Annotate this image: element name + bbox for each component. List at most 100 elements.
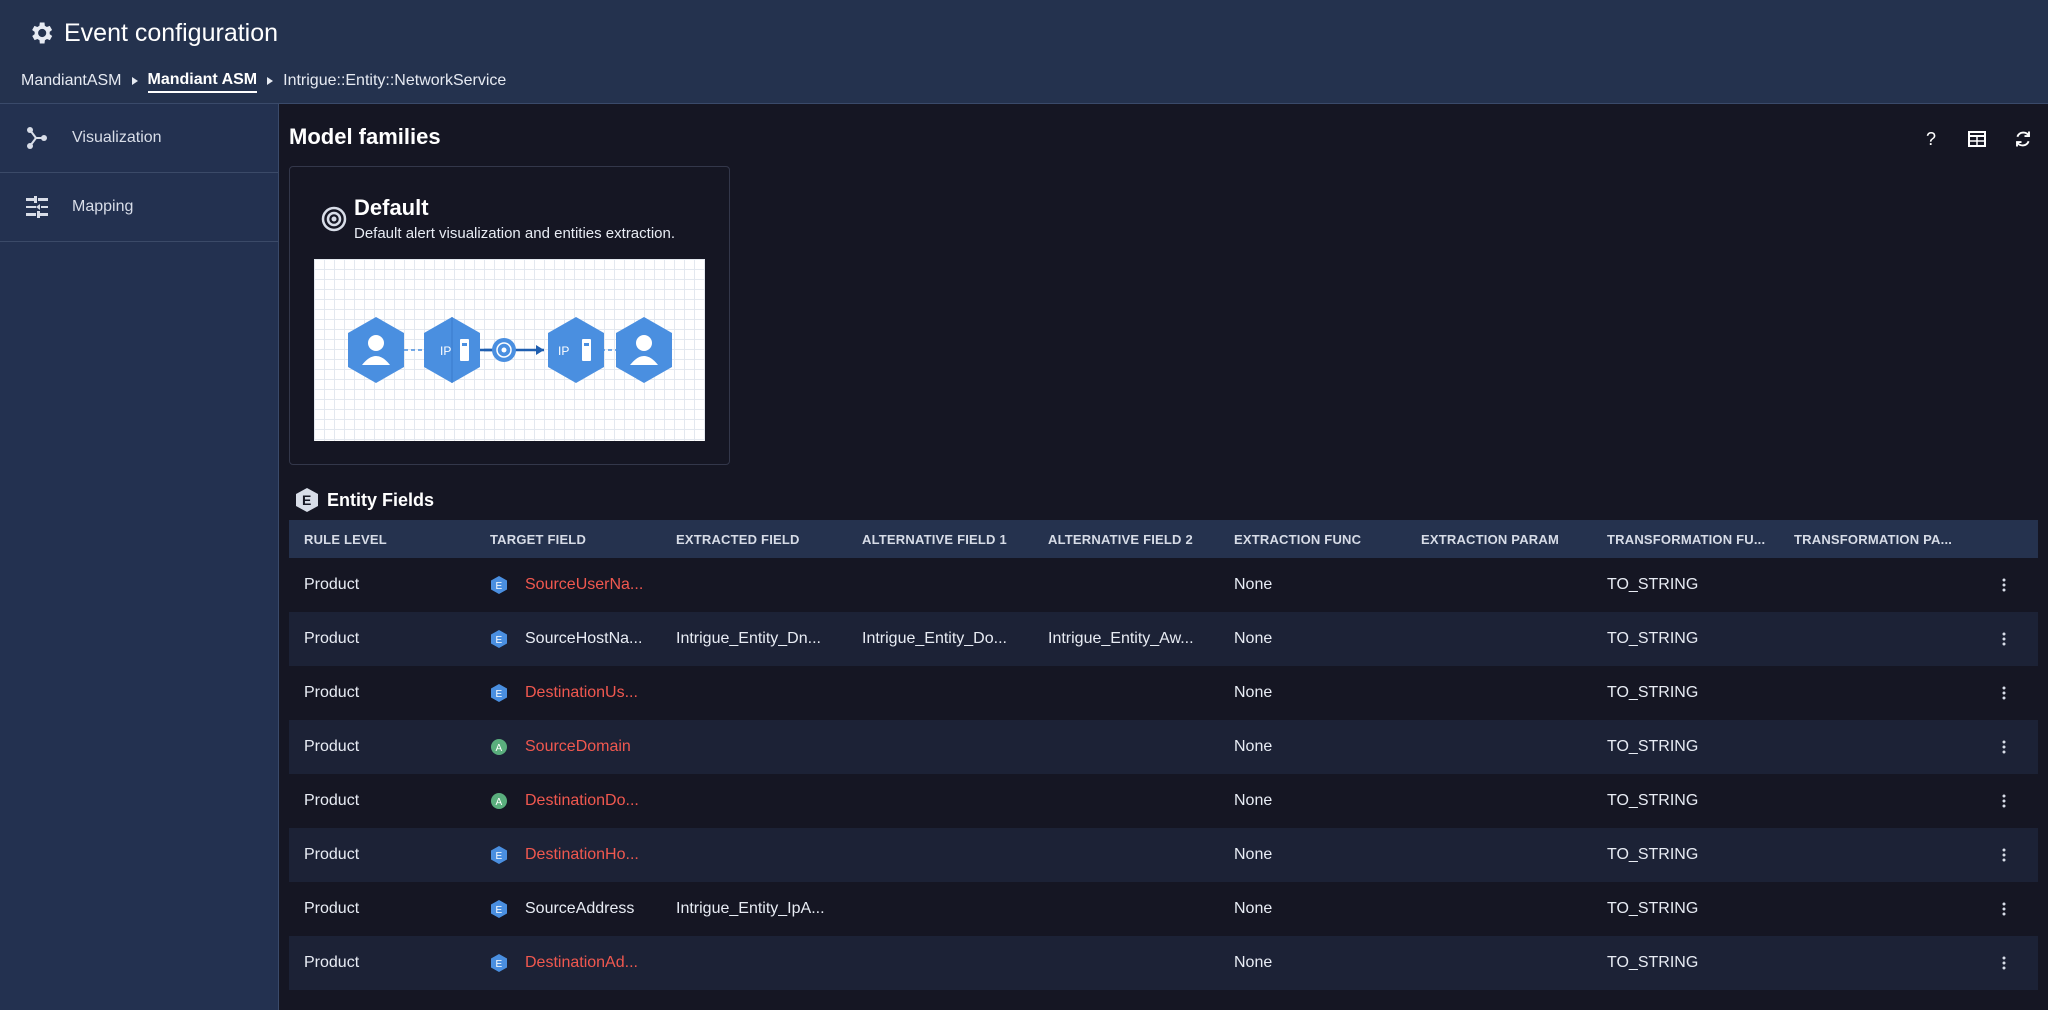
entity-fields-table: RULE LEVEL TARGET FIELD EXTRACTED FIELD … [289, 520, 2038, 990]
column-header-extraction-func[interactable]: EXTRACTION FUNC [1219, 532, 1406, 547]
attribute-badge-icon: A [491, 793, 507, 809]
table-header: RULE LEVEL TARGET FIELD EXTRACTED FIELD … [289, 520, 2038, 558]
transformation-function-cell: TO_STRING [1607, 630, 1699, 647]
kebab-menu-icon[interactable] [1994, 629, 2014, 649]
rule-level-cell: Product [304, 684, 360, 701]
target-field-cell: E SourceAddress [475, 899, 661, 919]
column-header-alternative-field-1[interactable]: ALTERNATIVE FIELD 1 [847, 532, 1033, 547]
column-header-extracted-field[interactable]: EXTRACTED FIELD [661, 532, 847, 547]
preview-ip-label: IP [558, 344, 569, 358]
table-row[interactable]: Product E DestinationUs... None TO_STRING [289, 666, 2038, 720]
extracted-field-cell: Intrigue_Entity_IpA... [676, 900, 825, 917]
column-header-alternative-field-2[interactable]: ALTERNATIVE FIELD 2 [1033, 532, 1219, 547]
row-actions-cell [1965, 899, 2028, 919]
transformation-function-cell: TO_STRING [1607, 846, 1699, 863]
entity-badge-icon: E [491, 684, 507, 702]
user-node-icon [616, 317, 672, 383]
target-field-cell: A DestinationDo... [475, 791, 661, 811]
target-field-cell: E SourceUserNa... [475, 575, 661, 595]
badge-letter: E [496, 581, 503, 592]
transformation-function-cell: TO_STRING [1607, 792, 1699, 809]
kebab-menu-icon[interactable] [1994, 791, 2014, 811]
rule-level-cell: Product [304, 630, 360, 647]
toolbar: ? [1918, 126, 2036, 152]
target-field-name[interactable]: SourceHostNa... [525, 630, 642, 648]
transformation-function-cell: TO_STRING [1607, 900, 1699, 917]
table-row[interactable]: Product A DestinationDo... None TO_STRING [289, 774, 2038, 828]
rule-level-cell: Product [304, 792, 360, 809]
extraction-func-cell: None [1234, 900, 1273, 917]
ip-host-node-icon: IP [548, 317, 604, 383]
card-description: Default alert visualization and entities… [354, 225, 676, 242]
table-row[interactable]: Product E SourceAddress Intrigue_Entity_IpA… [289, 882, 2038, 936]
gear-icon [26, 18, 56, 48]
breadcrumb-separator-icon [131, 77, 138, 85]
transformation-function-cell: TO_STRING [1607, 684, 1699, 701]
column-header-target-field[interactable]: TARGET FIELD [475, 532, 661, 547]
sidebar-item-mapping[interactable]: Mapping [0, 173, 278, 242]
extraction-func-cell: None [1234, 684, 1273, 701]
breadcrumb-item-mandiant-asm[interactable]: Mandiant ASM [147, 69, 258, 93]
kebab-menu-icon[interactable] [1994, 845, 2014, 865]
target-field-name[interactable]: SourceDomain [525, 738, 631, 756]
title-row: Event configuration [26, 16, 278, 50]
entity-fields-title: Entity Fields [327, 489, 435, 510]
entity-badge-icon: E [491, 576, 507, 594]
table-row[interactable]: Product E DestinationHo... None TO_STRING [289, 828, 2038, 882]
transformation-function-cell: TO_STRING [1607, 954, 1699, 971]
target-field-name[interactable]: DestinationAd... [525, 954, 638, 972]
kebab-menu-icon[interactable] [1994, 953, 2014, 973]
target-field-cell: E DestinationUs... [475, 683, 661, 703]
target-field-name[interactable]: SourceUserNa... [525, 576, 643, 594]
breadcrumb-item-mandiantasm[interactable]: MandiantASM [21, 70, 122, 92]
row-actions-cell [1965, 737, 2028, 757]
visualization-preview: IP IP [314, 259, 705, 441]
kebab-menu-icon[interactable] [1994, 737, 2014, 757]
table-row[interactable]: Product E DestinationAd... None TO_STRING [289, 936, 2038, 990]
kebab-menu-icon[interactable] [1994, 899, 2014, 919]
refresh-icon[interactable] [2010, 126, 2036, 152]
entity-badge-icon: E [491, 630, 507, 648]
badge-letter: E [496, 959, 503, 970]
table-row[interactable]: Product E SourceUserNa... None TO_STRING [289, 558, 2038, 612]
column-header-rule-level[interactable]: RULE LEVEL [289, 532, 475, 547]
extraction-func-cell: None [1234, 630, 1273, 647]
kebab-menu-icon[interactable] [1994, 683, 2014, 703]
row-actions-cell [1965, 629, 2028, 649]
entity-fields-header: E Entity Fields [295, 487, 434, 513]
breadcrumb-item-network-service[interactable]: Intrigue::Entity::NetworkService [283, 70, 506, 92]
breadcrumb: MandiantASM Mandiant ASM Intrigue::Entit… [21, 69, 506, 93]
table-row[interactable]: Product E SourceHostNa... Intrigue_Entity_D… [289, 612, 2038, 666]
table-view-icon[interactable] [1964, 126, 1990, 152]
entity-hex-label: E [302, 492, 311, 508]
kebab-menu-icon[interactable] [1994, 575, 2014, 595]
column-header-extraction-param[interactable]: EXTRACTION PARAM [1406, 532, 1592, 547]
badge-letter: E [496, 635, 503, 646]
preview-ip-label: IP [440, 344, 451, 358]
table-row[interactable]: Product A SourceDomain None TO_STRING [289, 720, 2038, 774]
target-field-name[interactable]: DestinationDo... [525, 792, 639, 810]
row-actions-cell [1965, 845, 2028, 865]
target-field-name[interactable]: DestinationHo... [525, 846, 639, 864]
sidebar-item-label: Visualization [72, 129, 162, 146]
sidebar-item-visualization[interactable]: Visualization [0, 104, 278, 173]
entity-hex-icon: E [295, 487, 319, 513]
extracted-field-cell: Intrigue_Entity_Dn... [676, 630, 821, 647]
extraction-func-cell: None [1234, 576, 1273, 593]
column-header-transformation-param[interactable]: TRANSFORMATION PA... [1779, 532, 1965, 547]
target-field-name[interactable]: SourceAddress [525, 900, 634, 918]
alert-node-icon [492, 338, 516, 362]
column-header-transformation-function[interactable]: TRANSFORMATION FU... [1592, 532, 1779, 547]
target-field-cell: E SourceHostNa... [475, 629, 661, 649]
transformation-function-cell: TO_STRING [1607, 576, 1699, 593]
rule-level-cell: Product [304, 954, 360, 971]
extraction-func-cell: None [1234, 738, 1273, 755]
rule-level-cell: Product [304, 846, 360, 863]
help-icon[interactable]: ? [1918, 126, 1944, 152]
row-actions-cell [1965, 791, 2028, 811]
card-title: Default [354, 195, 429, 220]
model-family-card-default[interactable]: Default Default alert visualization and … [289, 166, 730, 465]
target-field-name[interactable]: DestinationUs... [525, 684, 638, 702]
preview-diagram: IP IP [348, 317, 672, 383]
badge-letter: A [496, 743, 503, 754]
